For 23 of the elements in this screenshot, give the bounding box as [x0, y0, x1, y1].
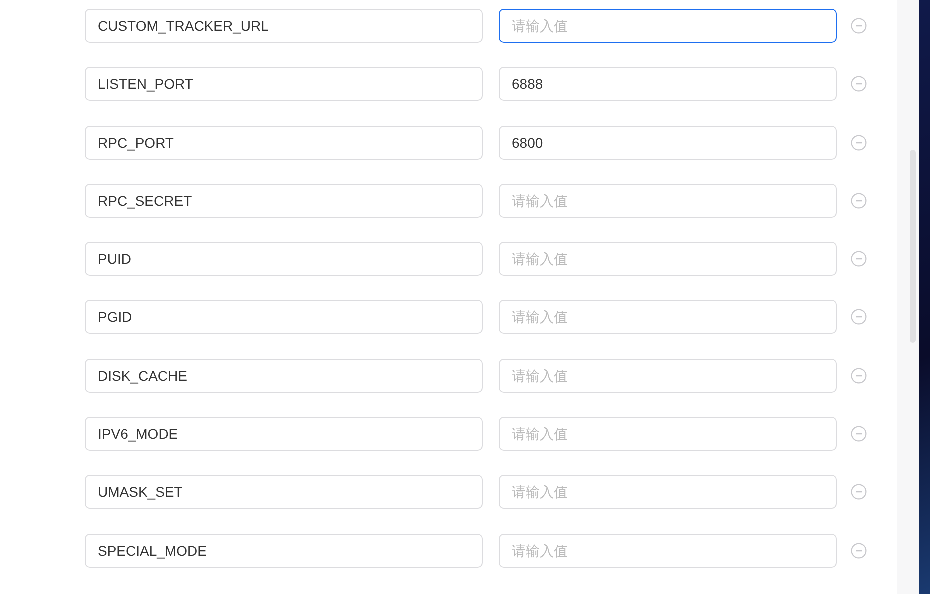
remove-icon[interactable] — [851, 542, 867, 559]
variable-name-field[interactable]: DISK_CACHE — [85, 358, 483, 393]
variable-value-field[interactable]: 请输入值 — [499, 9, 837, 43]
variable-name-field[interactable]: PGID — [85, 300, 483, 334]
variable-name-field[interactable]: PUID — [85, 242, 483, 276]
variable-name-field[interactable]: RPC_PORT — [85, 126, 483, 160]
variable-name-field[interactable]: UMASK_SET — [85, 475, 483, 510]
remove-icon[interactable] — [851, 18, 867, 34]
variable-value-field[interactable]: 6888 — [499, 67, 837, 102]
remove-icon[interactable] — [851, 484, 867, 500]
variable-name-field[interactable]: IPV6_MODE — [85, 417, 483, 452]
remove-icon[interactable] — [851, 251, 867, 268]
variable-value-field[interactable]: 6800 — [499, 126, 837, 160]
remove-icon[interactable] — [851, 426, 867, 442]
remove-icon[interactable] — [851, 134, 867, 151]
remove-icon[interactable] — [851, 368, 867, 384]
remove-icon[interactable] — [851, 309, 867, 326]
remove-icon[interactable] — [851, 192, 867, 209]
variable-name-field[interactable]: RPC_SECRET — [85, 184, 483, 218]
variable-name-field[interactable]: SPECIAL_MODE — [85, 534, 483, 568]
variable-name-field[interactable]: LISTEN_PORT — [85, 67, 483, 102]
variable-name-field[interactable]: CUSTOM_TRACKER_URL — [85, 9, 483, 43]
remove-icon[interactable] — [851, 76, 867, 92]
